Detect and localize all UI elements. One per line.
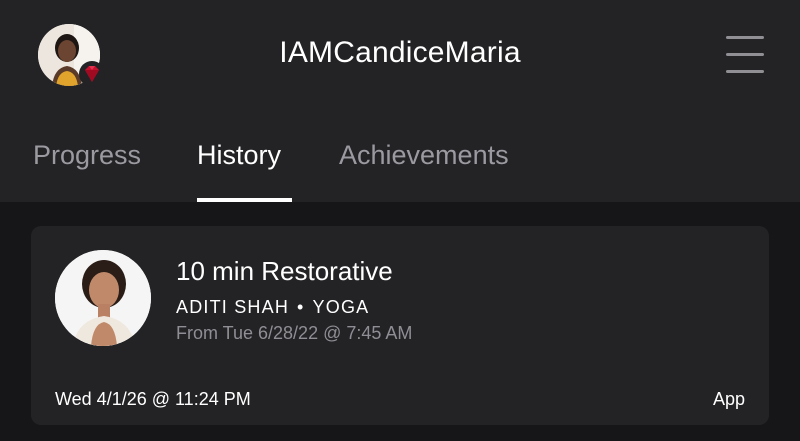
instructor-avatar: [55, 250, 151, 346]
original-air-date: From Tue 6/28/22 @ 7:45 AM: [176, 323, 413, 343]
class-title: 10 min Restorative: [176, 256, 393, 286]
hamburger-menu-icon: [726, 36, 764, 39]
tab-progress[interactable]: Progress: [33, 140, 141, 171]
tab-achievements[interactable]: Achievements: [339, 140, 509, 171]
class-category: YOGA: [312, 297, 370, 317]
class-meta: ADITI SHAH • YOGA: [176, 297, 369, 318]
completed-timestamp: Wed 4/1/26 @ 11:24 PM: [55, 389, 251, 409]
instructor-photo: [55, 250, 151, 346]
profile-tabs: Progress History Achievements: [0, 130, 800, 202]
tab-history[interactable]: History: [197, 140, 281, 171]
hamburger-menu-icon-line: [726, 70, 764, 73]
platform-label: App: [712, 389, 745, 409]
username-title: IAMCandiceMaria: [279, 36, 521, 69]
profile-header: IAMCandiceMaria Progress History Achieve…: [0, 0, 800, 202]
hamburger-menu-icon-line: [726, 53, 764, 56]
meta-separator: •: [297, 297, 305, 317]
history-item[interactable]: 10 min Restorative ADITI SHAH • YOGA From …: [31, 226, 769, 425]
menu-button[interactable]: [722, 32, 768, 78]
active-tab-indicator: [197, 198, 292, 202]
instructor-name: ADITI SHAH: [176, 297, 290, 317]
